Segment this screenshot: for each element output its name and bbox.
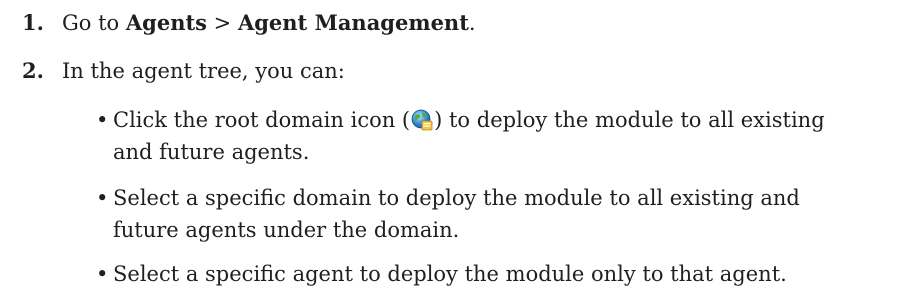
- bullet-text: Select a specific domain to deploy the m…: [113, 182, 903, 246]
- menu-separator: >: [207, 11, 238, 35]
- bullet-line: Select a specific agent to deploy the mo…: [113, 262, 787, 286]
- step-number: 1.: [22, 10, 44, 35]
- bullet-dot: •: [96, 108, 109, 132]
- bullet-dot: •: [96, 262, 109, 286]
- bullet-text-before-icon: Click the root domain icon (: [113, 108, 411, 132]
- bullet-line: Click the root domain icon () to deploy…: [113, 104, 903, 136]
- bullet-text-after-icon: ) to deploy the module to all existing: [434, 108, 825, 132]
- bullet-line: future agents under the domain.: [113, 218, 460, 242]
- step-text: In the agent tree, you can:: [62, 59, 345, 83]
- step-text: Go to Agents > Agent Management.: [62, 8, 476, 38]
- bullet-dot: •: [96, 186, 109, 210]
- step-suffix: .: [468, 11, 476, 35]
- step-prefix: Go to: [62, 11, 126, 35]
- step-number: 2.: [22, 58, 44, 83]
- bullet-line: Select a specific domain to deploy the m…: [113, 186, 800, 210]
- bullet-line: and future agents.: [113, 140, 310, 164]
- root-domain-icon: [411, 108, 433, 131]
- menu-agent-management: Agent Management: [237, 10, 469, 35]
- menu-agents: Agents: [125, 10, 207, 35]
- bullet-text: Select a specific agent to deploy the mo…: [113, 258, 903, 290]
- instructions-page: 1. Go to Agents > Agent Management. 2. I…: [0, 0, 910, 304]
- bullet-text: Click the root domain icon () to deploy…: [113, 104, 903, 168]
